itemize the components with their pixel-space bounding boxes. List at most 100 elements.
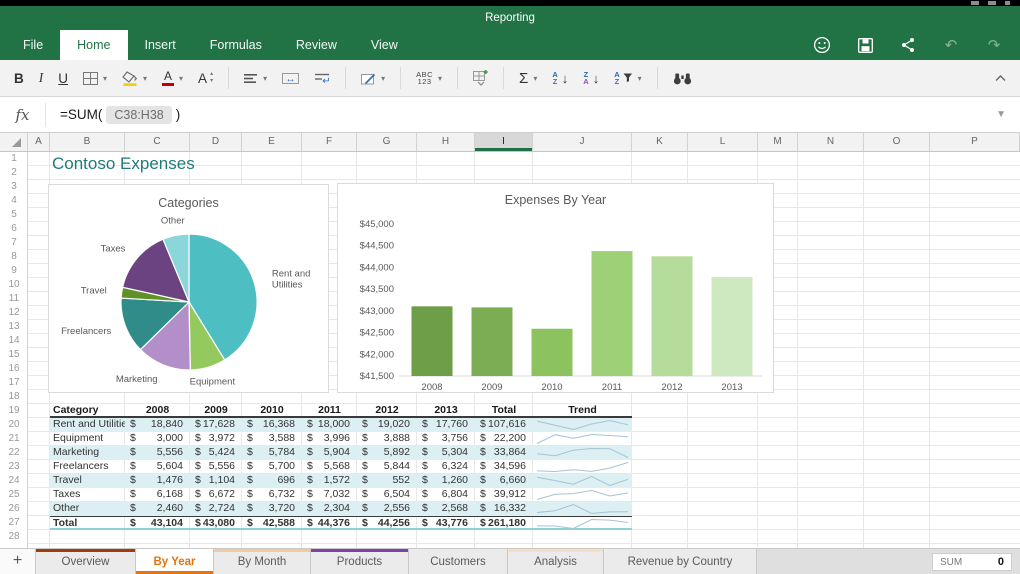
ribbon-tab-home[interactable]: Home bbox=[60, 30, 127, 60]
ribbon-tab-view[interactable]: View bbox=[354, 30, 415, 60]
cell[interactable]: $6,672 bbox=[190, 488, 242, 502]
sheet-tab-analysis[interactable]: Analysis bbox=[508, 549, 604, 574]
cell[interactable] bbox=[533, 432, 632, 446]
column-header-O[interactable]: O bbox=[864, 133, 930, 151]
cell[interactable]: $33,864 bbox=[475, 446, 533, 460]
category-cell[interactable]: Rent and Utilities bbox=[50, 418, 125, 432]
sort-descending-button[interactable]: ZA↓ bbox=[583, 71, 599, 86]
table-header[interactable]: 2008 bbox=[125, 404, 190, 418]
sheet-tab-by-month[interactable]: By Month bbox=[214, 549, 311, 574]
cell[interactable] bbox=[533, 446, 632, 460]
row-header-22[interactable]: 22 bbox=[0, 446, 28, 460]
cell[interactable]: $6,324 bbox=[417, 460, 475, 474]
row-header-11[interactable]: 11 bbox=[0, 292, 28, 306]
category-cell[interactable]: Other bbox=[50, 502, 125, 516]
cell[interactable]: $7,032 bbox=[302, 488, 357, 502]
sort-ascending-button[interactable]: AZ↓ bbox=[552, 71, 568, 86]
cell[interactable]: $5,424 bbox=[190, 446, 242, 460]
cell[interactable]: $6,804 bbox=[417, 488, 475, 502]
row-header-13[interactable]: 13 bbox=[0, 320, 28, 334]
column-header-L[interactable]: L bbox=[688, 133, 758, 151]
font-color-button[interactable]: A▾ bbox=[162, 71, 183, 86]
row-header-1[interactable]: 1 bbox=[0, 152, 28, 166]
autosum-button[interactable]: Σ▾ bbox=[519, 70, 537, 87]
category-cell[interactable]: Marketing bbox=[50, 446, 125, 460]
ribbon-tab-file[interactable]: File bbox=[6, 30, 60, 60]
cell[interactable]: $1,572 bbox=[302, 474, 357, 488]
fill-color-button[interactable]: ▾ bbox=[122, 71, 147, 86]
cell[interactable] bbox=[533, 517, 632, 531]
row-header-18[interactable]: 18 bbox=[0, 390, 28, 404]
column-header-I[interactable]: I bbox=[475, 133, 533, 151]
cell[interactable] bbox=[533, 474, 632, 488]
table-header[interactable]: 2011 bbox=[302, 404, 357, 418]
cell[interactable]: $16,368 bbox=[242, 418, 302, 432]
expense-table[interactable]: Category200820092010201120122013TotalTre… bbox=[50, 404, 632, 530]
insert-cells-button[interactable] bbox=[473, 70, 488, 86]
row-header-10[interactable]: 10 bbox=[0, 278, 28, 292]
redo-button[interactable]: ↷ bbox=[984, 36, 1004, 54]
row-header-14[interactable]: 14 bbox=[0, 334, 28, 348]
alignment-button[interactable]: ▾ bbox=[244, 73, 267, 84]
cell[interactable]: $261,180 bbox=[475, 517, 533, 531]
row-header-9[interactable]: 9 bbox=[0, 264, 28, 278]
cell[interactable] bbox=[533, 502, 632, 516]
cell[interactable]: $18,840 bbox=[125, 418, 190, 432]
cell[interactable]: $2,304 bbox=[302, 502, 357, 516]
status-summary[interactable]: SUM 0 bbox=[932, 553, 1012, 571]
cell[interactable]: $17,628 bbox=[190, 418, 242, 432]
row-header-23[interactable]: 23 bbox=[0, 460, 28, 474]
cell[interactable]: $3,996 bbox=[302, 432, 357, 446]
row-header-6[interactable]: 6 bbox=[0, 222, 28, 236]
wrap-text-button[interactable]: ↵ bbox=[314, 72, 330, 85]
table-header[interactable]: 2012 bbox=[357, 404, 417, 418]
table-row[interactable]: Taxes$6,168$6,672$6,732$7,032$6,504$6,80… bbox=[50, 488, 632, 502]
cell[interactable]: $5,844 bbox=[357, 460, 417, 474]
cell[interactable]: $3,720 bbox=[242, 502, 302, 516]
column-header-P[interactable]: P bbox=[930, 133, 1020, 151]
table-row[interactable]: Rent and Utilities$18,840$17,628$16,368 $… bbox=[50, 418, 632, 432]
cell[interactable]: $5,700 bbox=[242, 460, 302, 474]
table-row[interactable]: Freelancers$5,604$5,556$5,700$5,568$5,84… bbox=[50, 460, 632, 474]
ribbon-tab-formulas[interactable]: Formulas bbox=[193, 30, 279, 60]
feedback-button[interactable] bbox=[812, 36, 832, 54]
cell[interactable]: $2,460 bbox=[125, 502, 190, 516]
table-header[interactable]: 2009 bbox=[190, 404, 242, 418]
row-header-25[interactable]: 25 bbox=[0, 488, 28, 502]
cell[interactable]: $5,784 bbox=[242, 446, 302, 460]
cell[interactable]: $1,260 bbox=[417, 474, 475, 488]
pie-chart[interactable]: CategoriesRent andUtilitiesEquipmentMark… bbox=[48, 184, 329, 393]
row-header-15[interactable]: 15 bbox=[0, 348, 28, 362]
row-header-7[interactable]: 7 bbox=[0, 236, 28, 250]
select-all-corner[interactable] bbox=[0, 133, 28, 151]
table-row[interactable]: Travel$1,476$1,104$696$1,572$552$1,260$6… bbox=[50, 474, 632, 488]
column-header-D[interactable]: D bbox=[190, 133, 242, 151]
cell[interactable] bbox=[533, 460, 632, 474]
cell[interactable]: $3,588 bbox=[242, 432, 302, 446]
cell[interactable]: $6,660 bbox=[475, 474, 533, 488]
sheet-tab-products[interactable]: Products bbox=[311, 549, 409, 574]
column-header-J[interactable]: J bbox=[533, 133, 632, 151]
row-header-5[interactable]: 5 bbox=[0, 208, 28, 222]
cell[interactable]: $5,568 bbox=[302, 460, 357, 474]
table-row[interactable]: Equipment$3,000$3,972$3,588$3,996$3,888$… bbox=[50, 432, 632, 446]
column-header-H[interactable]: H bbox=[417, 133, 475, 151]
cell[interactable]: $5,892 bbox=[357, 446, 417, 460]
cell[interactable]: $43,776 bbox=[417, 517, 475, 531]
row-header-19[interactable]: 19 bbox=[0, 404, 28, 418]
cell[interactable]: $39,912 bbox=[475, 488, 533, 502]
row-header-12[interactable]: 12 bbox=[0, 306, 28, 320]
row-header-24[interactable]: 24 bbox=[0, 474, 28, 488]
filter-button[interactable]: AZ▾ bbox=[614, 71, 641, 85]
table-header[interactable]: Category bbox=[50, 404, 125, 418]
cell[interactable]: $3,972 bbox=[190, 432, 242, 446]
cell[interactable]: $107,616 bbox=[475, 418, 533, 432]
cell[interactable]: $3,000 bbox=[125, 432, 190, 446]
cell[interactable]: $3,756 bbox=[417, 432, 475, 446]
row-header-26[interactable]: 26 bbox=[0, 502, 28, 516]
table-row[interactable]: Other$2,460$2,724$3,720$2,304$2,556$2,56… bbox=[50, 502, 632, 516]
column-header-B[interactable]: B bbox=[50, 133, 125, 151]
fx-icon[interactable]: fx bbox=[0, 103, 46, 127]
cell[interactable]: $5,556 bbox=[190, 460, 242, 474]
cell[interactable]: $5,556 bbox=[125, 446, 190, 460]
